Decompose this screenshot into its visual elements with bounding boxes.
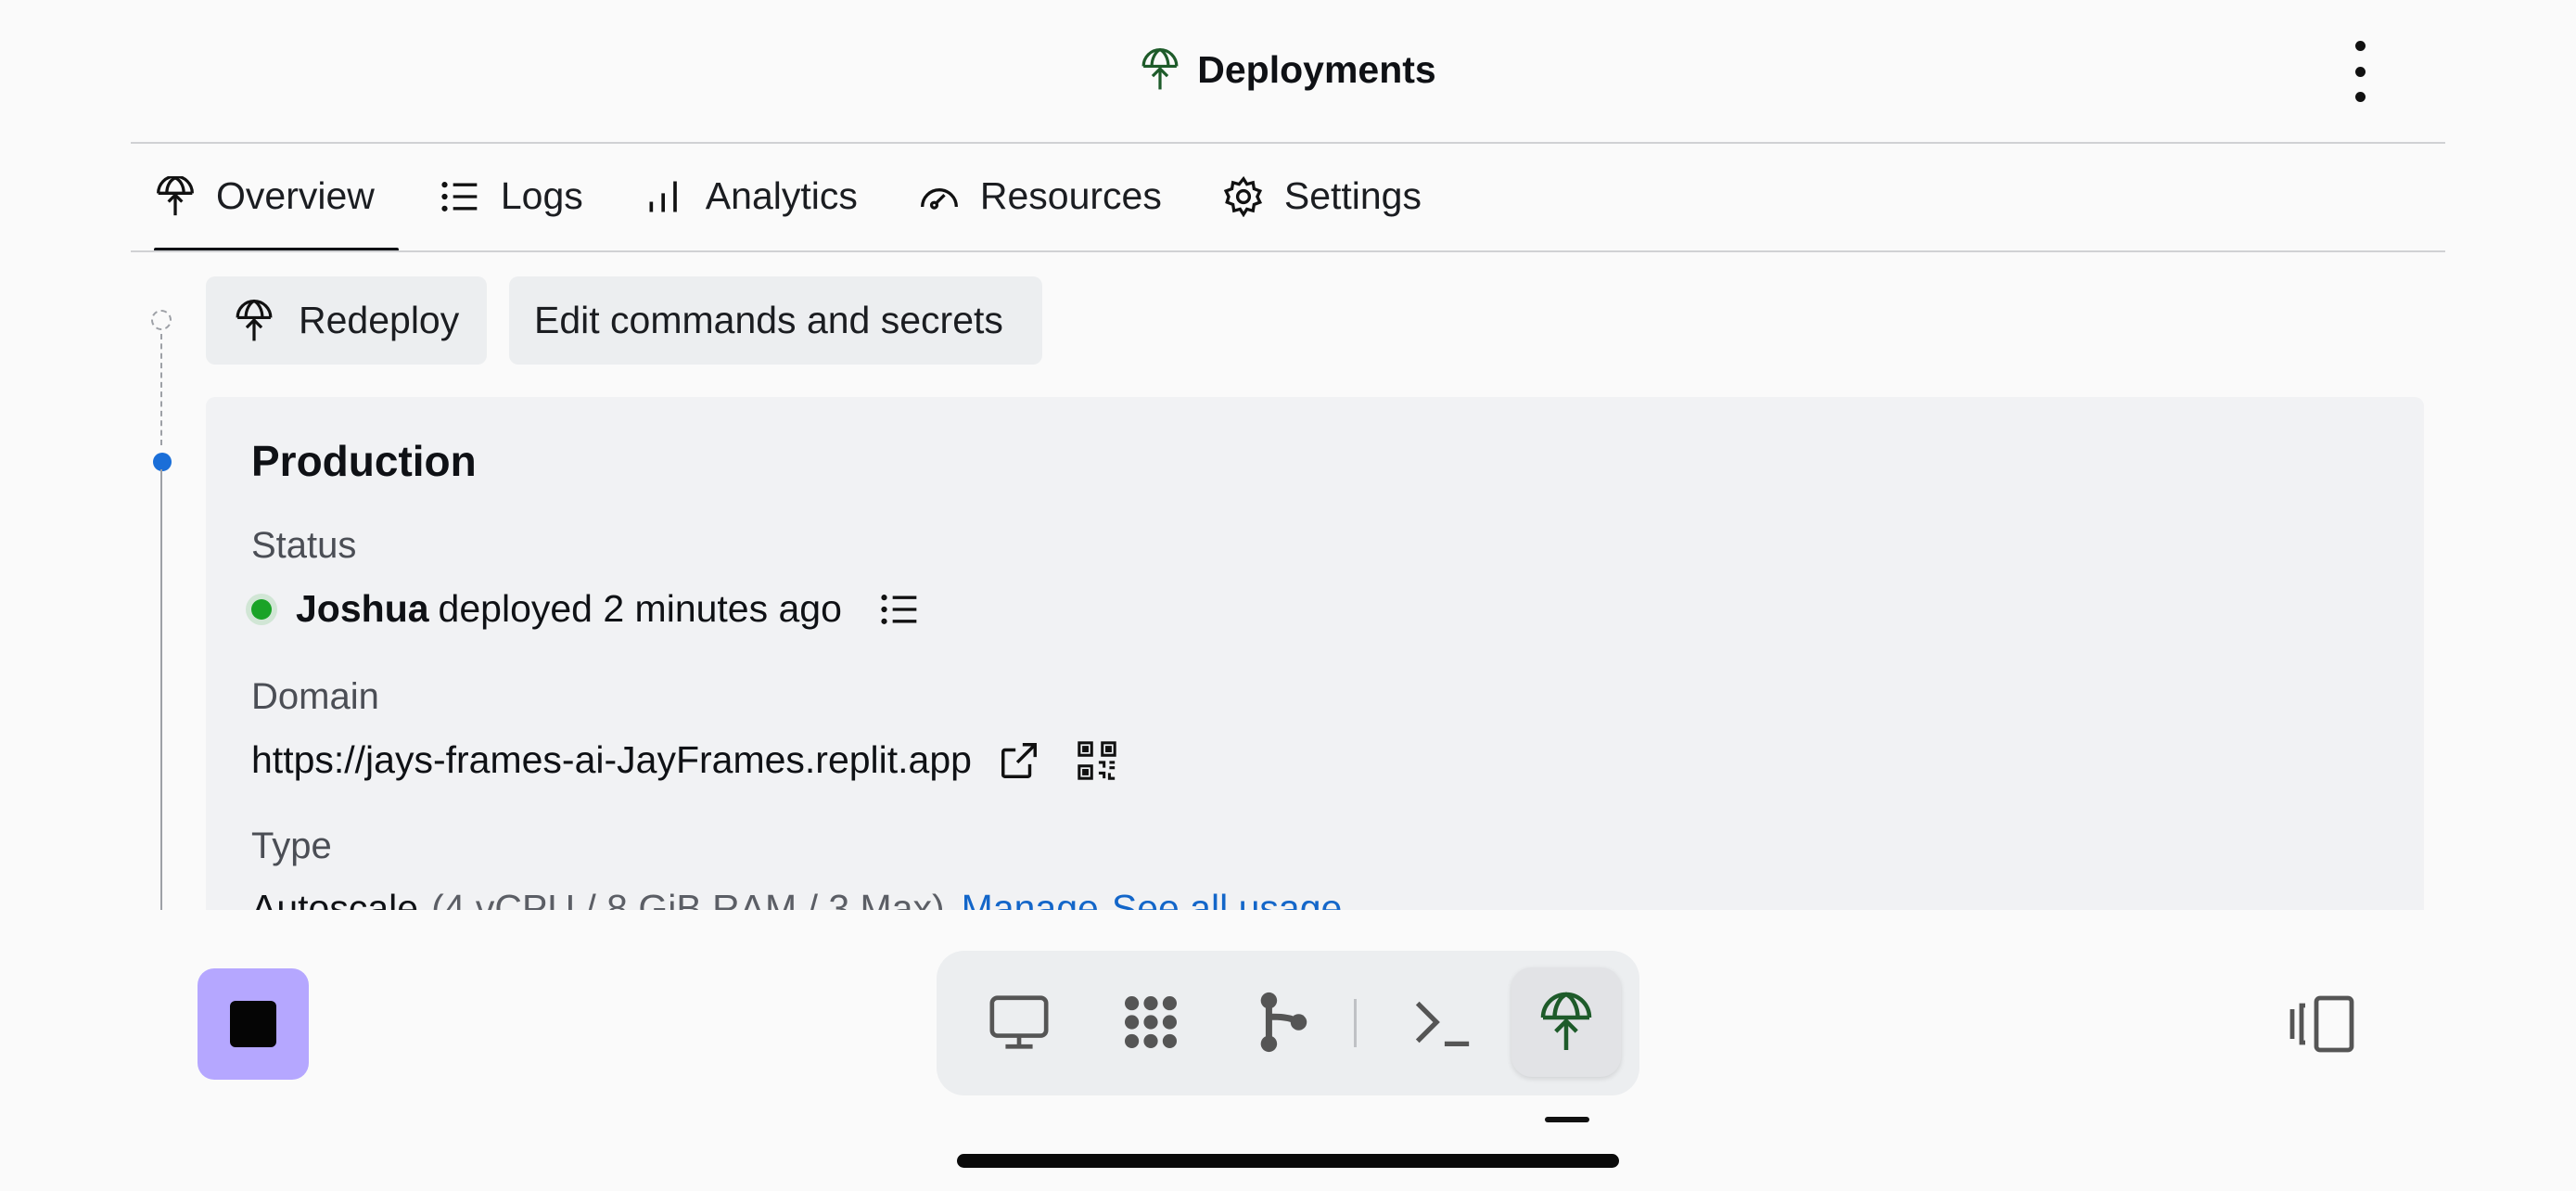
- bar-chart-icon: [649, 181, 677, 211]
- dock-git[interactable]: [1228, 967, 1337, 1077]
- tab-logs[interactable]: Logs: [415, 143, 607, 250]
- tab-settings[interactable]: Settings: [1199, 143, 1446, 250]
- panel-toggle-icon[interactable]: [2289, 994, 2355, 1054]
- tab-resources[interactable]: Resources: [895, 143, 1186, 250]
- timeline-dashed-line: [160, 334, 162, 445]
- git-icon: [1260, 992, 1307, 1053]
- dock-separator: [1354, 999, 1357, 1047]
- manage-link[interactable]: Manage: [962, 887, 1099, 910]
- production-card: Production Status Joshua deployed 2 minu…: [206, 397, 2424, 910]
- domain-label: Domain: [251, 676, 379, 717]
- edit-commands-button[interactable]: Edit commands and secrets: [509, 276, 1042, 365]
- type-row: Autoscale (4 vCPU / 8 GiB RAM / 3 Max) M…: [251, 887, 1342, 910]
- qr-code-icon[interactable]: [1076, 739, 1118, 782]
- deployer-name: Joshua: [296, 587, 429, 630]
- type-value: Autoscale: [251, 887, 419, 910]
- tab-label: Analytics: [705, 174, 858, 217]
- agent-icon: [1125, 996, 1177, 1048]
- deploy-icon: [1540, 992, 1592, 1050]
- status-dot: [251, 598, 272, 620]
- list-icon: [441, 181, 478, 211]
- app-header: Deployments: [0, 0, 2576, 143]
- terminal-icon: [1415, 1001, 1470, 1046]
- deploy-icon: [157, 175, 194, 215]
- see-usage-link[interactable]: See all usage: [1112, 887, 1342, 910]
- type-detail: (4 vCPU / 8 GiB RAM / 3 Max): [431, 887, 945, 910]
- deploy-icon: [236, 299, 273, 340]
- status-text: deployed 2 minutes ago: [438, 587, 842, 630]
- tab-label: Resources: [979, 174, 1162, 217]
- active-dock-indicator: [1545, 1117, 1589, 1122]
- tab-label: Logs: [500, 174, 583, 217]
- stop-button[interactable]: [198, 968, 309, 1080]
- edit-commands-label: Edit commands and secrets: [534, 299, 1003, 341]
- redeploy-button[interactable]: Redeploy: [206, 276, 487, 365]
- redeploy-label: Redeploy: [299, 299, 460, 341]
- status-row: Joshua deployed 2 minutes ago: [251, 587, 920, 631]
- home-indicator: [957, 1154, 1619, 1168]
- kebab-menu-icon[interactable]: [2337, 41, 2383, 102]
- status-label: Status: [251, 525, 357, 566]
- timeline-pending-dot: [151, 310, 172, 330]
- page-title: Deployments: [0, 46, 2576, 93]
- monitor-icon: [989, 995, 1049, 1049]
- tab-label: Overview: [216, 174, 375, 217]
- timeline-active-dot: [153, 453, 172, 471]
- gear-icon: [1223, 175, 1262, 217]
- dock-agent[interactable]: [1096, 967, 1205, 1077]
- tabs-divider: [131, 250, 2445, 252]
- timeline-line: [160, 469, 162, 910]
- tab-overview[interactable]: Overview: [131, 143, 399, 251]
- gauge-icon: [920, 187, 958, 210]
- logs-list-icon[interactable]: [879, 589, 920, 630]
- domain-row: https://jays-frames-ai-JayFrames.replit.…: [251, 738, 1118, 782]
- dock-deployments[interactable]: [1511, 967, 1621, 1077]
- type-label: Type: [251, 826, 332, 866]
- stop-icon: [230, 1001, 276, 1047]
- domain-url[interactable]: https://jays-frames-ai-JayFrames.replit.…: [251, 738, 972, 782]
- external-link-icon[interactable]: [998, 739, 1040, 782]
- tab-analytics[interactable]: Analytics: [620, 143, 882, 250]
- dock-terminal[interactable]: [1387, 967, 1497, 1077]
- bottom-dock: [937, 951, 1639, 1095]
- production-title: Production: [251, 437, 477, 485]
- deploy-icon: [1141, 47, 1179, 90]
- tab-label: Settings: [1283, 174, 1422, 217]
- tab-bar: Overview Logs Analytics Resources Settin…: [131, 143, 1459, 251]
- dock-monitor[interactable]: [964, 967, 1074, 1077]
- page-title-text: Deployments: [1197, 47, 1436, 91]
